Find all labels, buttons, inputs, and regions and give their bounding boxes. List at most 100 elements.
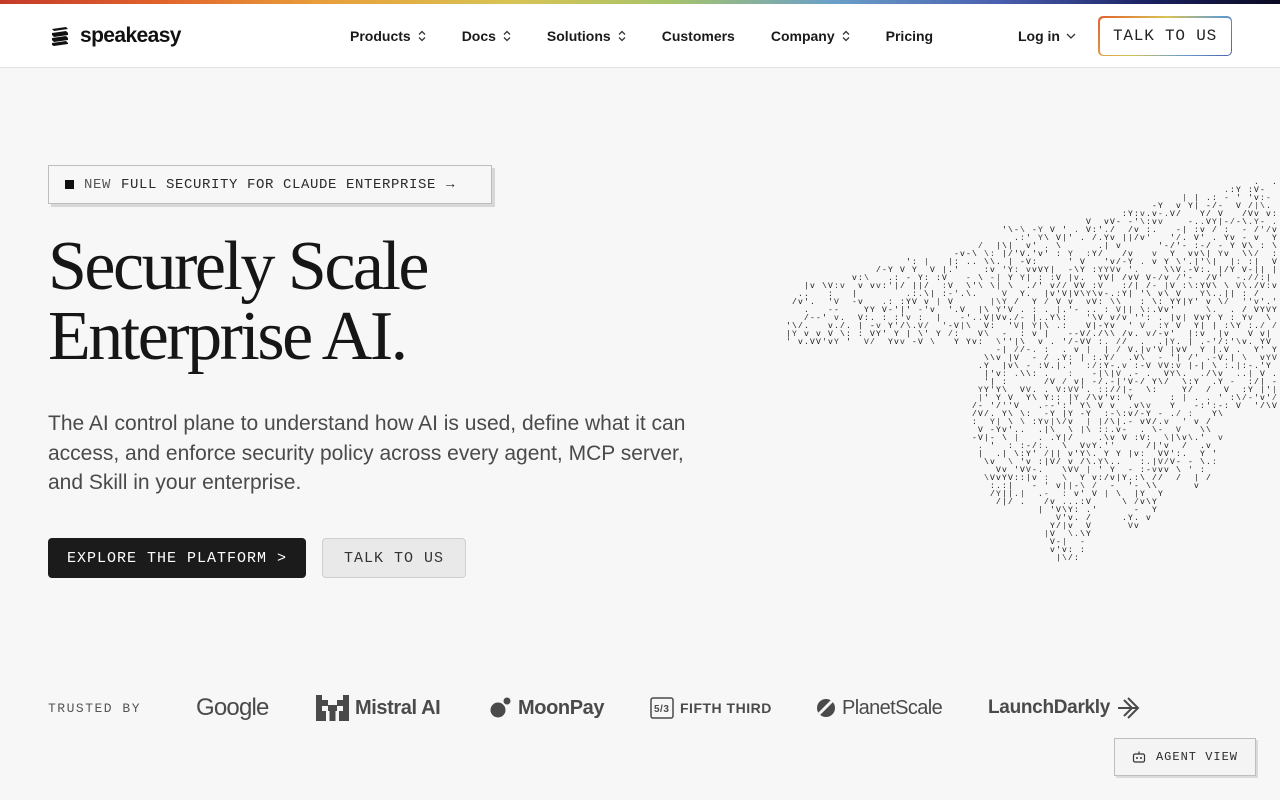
login-link[interactable]: Log in bbox=[1018, 28, 1076, 44]
google-logo: Google bbox=[196, 690, 269, 726]
ascii-glyph: \ bbox=[1062, 442, 1067, 451]
ascii-glyph: . bbox=[1128, 354, 1133, 363]
ascii-glyph: . bbox=[1014, 490, 1019, 499]
ascii-glyph: / bbox=[1122, 338, 1127, 347]
nav-item-customers[interactable]: Customers bbox=[662, 28, 735, 44]
hero-title: Securely Scale Enterprise AI. bbox=[48, 232, 688, 372]
ascii-glyph: v bbox=[1032, 266, 1037, 275]
ascii-glyph: v bbox=[996, 354, 1001, 363]
ascii-glyph: / bbox=[1008, 498, 1013, 507]
ascii-glyph: ' bbox=[1068, 234, 1073, 243]
ascii-glyph: | bbox=[1086, 466, 1091, 475]
ascii-glyph: : bbox=[936, 274, 941, 283]
announcement-banner[interactable]: NEW FULL SECURITY FOR CLAUDE ENTERPRISE … bbox=[48, 165, 492, 204]
ascii-glyph: | bbox=[1110, 274, 1115, 283]
nav-label: Pricing bbox=[885, 28, 934, 44]
ascii-glyph: \ bbox=[930, 338, 935, 347]
ascii-glyph: : bbox=[1014, 266, 1019, 275]
ascii-glyph: ' bbox=[1002, 226, 1007, 235]
nav-item-docs[interactable]: Docs bbox=[462, 28, 511, 44]
ascii-glyph: v bbox=[1194, 418, 1199, 427]
ascii-glyph: . bbox=[1248, 282, 1253, 291]
ascii-glyph: \ bbox=[1218, 410, 1223, 419]
agent-view-button[interactable]: AGENT VIEW bbox=[1114, 738, 1256, 776]
ascii-glyph: : bbox=[978, 338, 983, 347]
ascii-glyph: V bbox=[1224, 386, 1229, 395]
ascii-glyph: ' bbox=[1032, 450, 1037, 459]
ascii-glyph: Y bbox=[1044, 266, 1049, 275]
logo-text: Mistral AI bbox=[355, 696, 441, 719]
nav-item-solutions[interactable]: Solutions bbox=[547, 28, 626, 44]
header-talk-to-us-button[interactable]: TALK TO US bbox=[1098, 16, 1232, 56]
ascii-glyph: | bbox=[1080, 426, 1085, 435]
ascii-glyph: : bbox=[858, 330, 863, 339]
ascii-glyph: . bbox=[912, 322, 917, 331]
ascii-glyph: : bbox=[1014, 474, 1019, 483]
ascii-glyph: \ bbox=[864, 274, 869, 283]
ascii-glyph: \ bbox=[1176, 434, 1181, 443]
ascii-glyph: . bbox=[954, 306, 959, 315]
ascii-glyph: \ bbox=[1230, 322, 1235, 331]
ascii-glyph: V bbox=[1182, 346, 1187, 355]
ascii-glyph: v bbox=[1116, 266, 1121, 275]
ascii-glyph: | bbox=[1170, 314, 1175, 323]
ascii-glyph: : bbox=[1152, 386, 1157, 395]
ascii-glyph: V bbox=[1068, 466, 1073, 475]
ascii-glyph: v bbox=[1134, 450, 1139, 459]
ascii-glyph: / bbox=[1254, 378, 1259, 387]
ascii-glyph: : bbox=[1008, 442, 1013, 451]
ascii-glyph: / bbox=[1020, 346, 1025, 355]
ascii-glyph: Y bbox=[792, 330, 797, 339]
ascii-glyph: - bbox=[1134, 378, 1139, 387]
ascii-glyph: v bbox=[876, 282, 881, 291]
nav-item-pricing[interactable]: Pricing bbox=[886, 28, 933, 44]
ascii-glyph: v bbox=[1110, 234, 1115, 243]
ascii-glyph: | bbox=[1044, 458, 1049, 467]
ascii-glyph: V bbox=[1104, 274, 1109, 283]
ascii-glyph: | bbox=[1038, 506, 1043, 515]
ascii-glyph: / bbox=[1116, 314, 1121, 323]
mistral-mark-icon bbox=[316, 695, 349, 721]
ascii-glyph: \ bbox=[1086, 426, 1091, 435]
logo[interactable]: speakeasy bbox=[49, 24, 181, 48]
ascii-glyph: | bbox=[1002, 498, 1007, 507]
ascii-glyph: \ bbox=[1068, 530, 1073, 539]
ascii-glyph: \ bbox=[1146, 498, 1151, 507]
ascii-glyph: - bbox=[1182, 242, 1187, 251]
chevron-down-icon bbox=[1066, 33, 1076, 39]
ascii-glyph: V bbox=[978, 410, 983, 419]
ascii-glyph: v bbox=[1164, 306, 1169, 315]
ascii-glyph: . bbox=[810, 298, 815, 307]
ascii-glyph: V bbox=[1158, 362, 1163, 371]
ascii-glyph: . bbox=[1014, 234, 1019, 243]
ascii-glyph: . bbox=[1074, 226, 1079, 235]
nav-item-company[interactable]: Company bbox=[771, 28, 850, 44]
ascii-glyph: ' bbox=[948, 306, 953, 315]
ascii-glyph: / bbox=[1272, 322, 1277, 331]
ascii-glyph: - bbox=[816, 314, 821, 323]
ascii-glyph: Y bbox=[996, 426, 1001, 435]
ascii-glyph: : bbox=[1224, 362, 1229, 371]
talk-to-us-button[interactable]: TALK TO US bbox=[322, 538, 466, 578]
ascii-glyph: v bbox=[858, 298, 863, 307]
launchdarkly-logo: LaunchDarkly bbox=[988, 690, 1142, 726]
ascii-glyph: \ bbox=[1002, 434, 1007, 443]
ascii-glyph: V bbox=[1014, 402, 1019, 411]
ascii-glyph: - bbox=[1074, 306, 1079, 315]
explore-platform-button[interactable]: EXPLORE THE PLATFORM > bbox=[48, 538, 306, 578]
ascii-glyph: / bbox=[948, 330, 953, 339]
ascii-glyph: : bbox=[1032, 370, 1037, 379]
nav-item-products[interactable]: Products bbox=[350, 28, 426, 44]
ascii-glyph: Y bbox=[888, 322, 893, 331]
ascii-glyph: . bbox=[1212, 378, 1217, 387]
ascii-glyph: Y bbox=[1200, 290, 1205, 299]
ascii-glyph: v bbox=[870, 282, 875, 291]
ascii-glyph: | bbox=[1068, 482, 1073, 491]
square-bullet-icon bbox=[65, 180, 74, 189]
ascii-glyph: . bbox=[1050, 434, 1055, 443]
ascii-glyph: Y bbox=[966, 338, 971, 347]
ascii-glyph: | bbox=[1128, 450, 1133, 459]
ascii-glyph: Y bbox=[1266, 362, 1271, 371]
ascii-glyph: - bbox=[1224, 194, 1229, 203]
ascii-glyph: / bbox=[978, 242, 983, 251]
